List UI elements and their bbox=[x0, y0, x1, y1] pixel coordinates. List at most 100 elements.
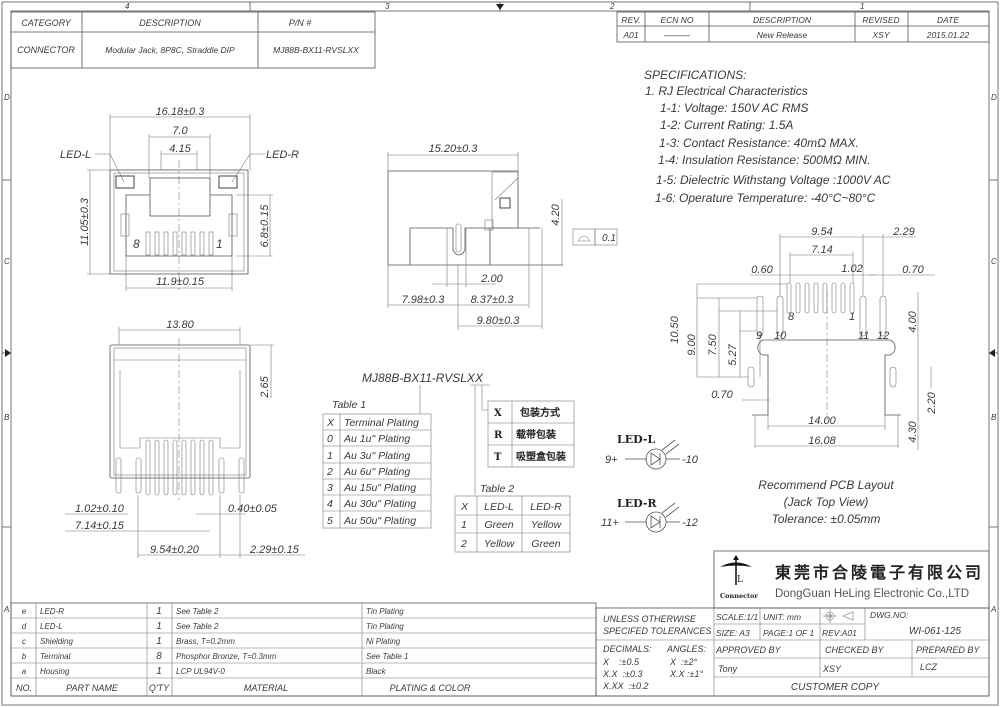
page: PAGE:1 OF 1 bbox=[763, 628, 814, 638]
table2-cell: 2 bbox=[460, 538, 467, 550]
pcb-dim-4-30: 4.30 bbox=[907, 420, 919, 442]
bom-cell: b bbox=[22, 652, 27, 661]
dim-pin-width: 0.40±0.05 bbox=[228, 503, 278, 515]
tolerance-angle-x: X :±2° bbox=[669, 657, 697, 667]
part-number-value: MJ88B-BX11-RVSLXX bbox=[273, 45, 359, 55]
dim-height: 11.05±0.3 bbox=[79, 197, 91, 246]
table2-title: Table 2 bbox=[480, 483, 514, 495]
front-view: 16.18±0.3 7.0 4.15 11.05±0.3 6.8±0.15 11… bbox=[60, 106, 299, 291]
led-r-name: LED-R bbox=[617, 497, 657, 510]
dim-d3: 9.80±0.3 bbox=[477, 315, 521, 327]
center-mark-left bbox=[5, 349, 11, 357]
table1-cell: 3 bbox=[327, 482, 333, 494]
packing-header-x: X bbox=[494, 408, 502, 419]
packing-cell: R bbox=[494, 430, 503, 441]
packing-header-method: 包装方式 bbox=[520, 406, 560, 419]
bom-cell: Black bbox=[366, 667, 387, 676]
led-l-label: LED-L bbox=[60, 149, 91, 161]
logo-letters: L bbox=[737, 575, 743, 585]
zone-b-right: B bbox=[991, 413, 997, 422]
led-r-label: LED-R bbox=[266, 149, 299, 161]
bom-cell: Ni Plating bbox=[366, 637, 401, 646]
led-r-anode: 11+ bbox=[601, 517, 619, 529]
led-icon bbox=[645, 448, 667, 470]
pcb-dim-5-27: 5.27 bbox=[727, 343, 739, 365]
table1-cell: 2 bbox=[326, 466, 333, 478]
spec-title: SPECIFICATIONS: bbox=[644, 68, 746, 82]
bom-cell: 1 bbox=[156, 666, 162, 677]
dim-pin-width: 2.00 bbox=[480, 273, 503, 285]
customer-copy: CUSTOMER COPY bbox=[791, 682, 880, 693]
zone-1: 1 bbox=[860, 2, 864, 11]
part-code-breakdown: MJ88B-BX11-RVSLXX Table 1 X Terminal Pla… bbox=[322, 371, 575, 553]
led-l-name: LED-L bbox=[617, 433, 655, 446]
dim-tab: 4.15 bbox=[169, 143, 191, 155]
table1-cell: Au 15u" Plating bbox=[343, 482, 416, 494]
side-view: 15.20±0.3 4.20 0.1 2.00 7.98±0.3 8.37±0.… bbox=[387, 143, 618, 330]
spec-item: 1-5: Dielectric Withstang Voltage :1000V… bbox=[656, 173, 891, 187]
table1-cell: Au 6u" Plating bbox=[343, 466, 410, 478]
pcb-pin-11: 11 bbox=[858, 330, 869, 342]
led-l-anode: 9+ bbox=[605, 454, 618, 466]
dwg-label: DWG.NO: bbox=[870, 610, 909, 620]
header-description-label: DESCRIPTION bbox=[139, 18, 201, 28]
dim-opening-height: 6.8±0.15 bbox=[259, 204, 271, 248]
zone-d-right: D bbox=[991, 93, 997, 102]
dim-opening: 7.0 bbox=[172, 125, 188, 137]
flatness-value: 0.1 bbox=[602, 233, 616, 244]
led-r-window bbox=[218, 175, 238, 189]
bom-row: c Shielding 1 Brass, T=0.2mm Ni Plating bbox=[22, 636, 401, 647]
led-icon bbox=[645, 511, 667, 533]
dwg-number: WI-061-125 bbox=[909, 626, 962, 637]
bom-cell: Tin Plating bbox=[366, 607, 404, 616]
approved-by-label: APPROVED BY bbox=[715, 645, 782, 655]
spec-item: 1-3: Contact Resistance: 40mΩ MAX. bbox=[659, 136, 859, 150]
bom-header-plating: PLATING & COLOR bbox=[390, 683, 471, 693]
bom-cell: a bbox=[22, 667, 27, 676]
table1-cell: Au 1u" Plating bbox=[343, 433, 410, 445]
zone-c-right: C bbox=[991, 257, 997, 266]
rev: REV:A01 bbox=[822, 628, 857, 638]
led-l-window bbox=[115, 175, 135, 189]
pcb-dim-0-70-side: 0.70 bbox=[711, 389, 733, 401]
table1-cell: Au 50u" Plating bbox=[343, 515, 416, 527]
table2-cell: Yellow bbox=[484, 538, 516, 550]
bom-cell: c bbox=[22, 637, 26, 646]
packing-cell: 吸塑盒包装 bbox=[516, 450, 566, 463]
pcb-caption-tolerance: Tolerance: ±0.05mm bbox=[772, 512, 881, 526]
bom-cell: Shielding bbox=[40, 637, 73, 646]
packing-cell: 载带包装 bbox=[516, 428, 556, 441]
pcb-dim-4-00: 4.00 bbox=[907, 310, 919, 332]
projection-symbol-icon bbox=[823, 609, 854, 623]
table1-cell: 5 bbox=[327, 515, 333, 527]
zone-3: 3 bbox=[385, 2, 390, 11]
pcb-caption-view: (Jack Top View) bbox=[784, 495, 869, 509]
table2-cell: Green bbox=[484, 519, 513, 531]
rev-description-header: DESCRIPTION bbox=[753, 15, 812, 25]
bom-cell: 1 bbox=[156, 606, 162, 617]
pcb-pin-10: 10 bbox=[774, 330, 787, 342]
table1-title: Table 1 bbox=[332, 399, 366, 411]
pcb-dim-2-29: 2.29 bbox=[892, 226, 914, 238]
scale: SCALE:1/1 bbox=[716, 612, 758, 622]
pcb-dim-9-00: 9.00 bbox=[686, 333, 698, 355]
bom-header-part: PART NAME bbox=[66, 683, 119, 693]
unit: UNIT: mm bbox=[763, 612, 801, 622]
tolerance-x: X :±0.5 bbox=[602, 657, 640, 667]
spec-item: 1-1: Voltage: 150V AC RMS bbox=[660, 101, 809, 115]
zone-d-left: D bbox=[4, 93, 10, 102]
part-code: MJ88B-BX11-RVSLXX bbox=[362, 371, 484, 385]
category-value: CONNECTOR bbox=[17, 45, 75, 55]
dim-d2: 8.37±0.3 bbox=[471, 294, 515, 306]
bom-cell: d bbox=[22, 622, 27, 631]
title-block: L Connector 東莞市合陵電子有限公司 DongGuan HeLing … bbox=[595, 550, 990, 697]
dim-pin-height: 4.20 bbox=[550, 203, 562, 225]
header-table: CATEGORY DESCRIPTION P/N # CONNECTOR Mod… bbox=[10, 11, 376, 69]
pcb-dim-7-50: 7.50 bbox=[707, 333, 719, 355]
ecn-header: ECN NO bbox=[660, 15, 693, 25]
rear-view: 13.80 2.65 1.02±0.10 0.40±0.05 7.14±0.15… bbox=[65, 319, 305, 558]
pcb-pin-9: 9 bbox=[756, 330, 762, 342]
bom-row: e LED-R 1 See Table 2 Tin Plating bbox=[22, 606, 405, 617]
table1-cell: Au 3u" Plating bbox=[343, 450, 410, 462]
dim-length: 15.20±0.3 bbox=[429, 143, 479, 155]
